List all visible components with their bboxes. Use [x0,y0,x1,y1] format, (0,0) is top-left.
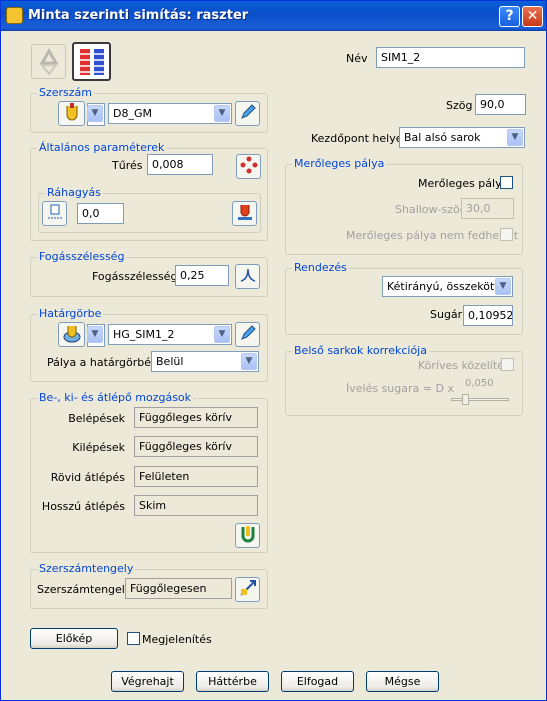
lead-out-value: Függőleges körív [134,436,258,457]
edit-tool-icon[interactable] [235,101,260,126]
ordering-group-title: Rendezés [292,261,349,274]
ordering-value: Kétirányú, összekötve [387,280,508,293]
arc-fit-label: Köríves közelítés [418,359,510,372]
background-button[interactable]: Háttérbe [196,671,269,692]
tolerance-input[interactable]: 0,008 [147,154,213,175]
arc-radius-slider[interactable] [462,394,469,405]
chevron-down-icon: ▼ [214,326,230,343]
path-on-boundary-value: Belül [156,355,184,368]
app-icon [6,7,23,24]
help-button[interactable]: ? [499,6,520,27]
recycle-icon[interactable] [31,44,66,79]
radius-input[interactable]: 0,10952 [463,305,513,326]
tool-type-dropdown[interactable]: ▼ [87,103,105,126]
boundary-type-icon[interactable] [58,322,85,347]
no-overlap-label: Merőleges pálya nem fedhet át [346,229,519,242]
chevron-down-icon: ▼ [87,105,103,122]
arc-radius-track [451,398,509,401]
boundary-group-title: Határgörbe [37,307,104,320]
angle-input[interactable]: 90,0 [475,94,526,115]
short-link-label: Rövid átlépés [50,471,125,484]
no-overlap-checkbox[interactable] [500,228,513,241]
stepover-icon[interactable] [235,264,260,289]
short-link-value: Felületen [134,466,258,487]
allowance-type-icon[interactable] [42,201,67,226]
leads-group-title: Be-, ki- és átlépő mozgások [37,391,194,404]
tool-group-title: Szerszám [37,86,95,99]
stepover-group-title: Fogásszélesség [37,250,127,263]
boundary-type-dropdown[interactable]: ▼ [87,324,105,347]
display-checkbox[interactable] [127,632,140,645]
perpendicular-group-title: Merőleges pálya [292,157,387,170]
general-group-title: Általános paraméterek [37,141,167,154]
boundary-select[interactable]: HG_SIM1_2 ▼ [108,324,232,345]
ordering-select[interactable]: Kétirányú, összekötve ▼ [382,276,513,297]
tolerance-label: Tűrés [112,159,143,172]
arc-radius-label: Ívelés sugara = D x [346,382,454,395]
tolerance-icon[interactable] [236,154,261,179]
angle-label: Szög [446,99,473,112]
edit-boundary-icon[interactable] [235,322,260,347]
perpendicular-checkbox[interactable] [500,176,513,189]
tool-axis-group-title: Szerszámtengely [37,562,136,575]
tool-axis-label: Szerszámtengely [37,583,132,596]
name-input[interactable]: SIM1_2 [376,47,525,68]
close-button[interactable]: ✕ [522,6,543,27]
arc-fit-checkbox[interactable] [501,358,514,371]
chevron-down-icon: ▼ [241,353,257,370]
lead-out-label: Kilépések [72,441,125,454]
tool-axis-value: Függőlegesen [125,578,232,599]
path-on-boundary-label: Pálya a határgörbén [47,356,158,369]
allowance-group: Ráhagyás [38,186,261,233]
chevron-down-icon: ▼ [507,129,523,146]
window-title: Minta szerinti simítás: raszter [28,8,249,23]
long-link-value: Skim [134,495,258,516]
name-label: Név [346,52,368,65]
execute-button[interactable]: Végrehajt [111,671,184,692]
shallow-angle-input[interactable]: 30,0 [461,198,514,219]
title-bar[interactable]: Minta szerinti simítás: raszter ? ✕ [1,1,546,31]
radius-label: Sugár [430,308,463,321]
display-label: Megjelenítés [142,633,212,646]
start-point-select[interactable]: Bal alsó sarok ▼ [399,127,525,148]
chevron-down-icon: ▼ [87,326,103,343]
tool-value: D8_GM [113,107,152,120]
perpendicular-label: Merőleges pálya [418,177,509,190]
shallow-angle-label: Shallow-szög [395,203,467,216]
corner-group-title: Belső sarkok korrekciója [292,344,429,357]
allowance-group-title: Ráhagyás [45,186,103,199]
dialog-window: Minta szerinti simítás: raszter ? ✕ Név … [0,0,547,701]
tool-select[interactable]: D8_GM ▼ [108,103,232,124]
allowance-input[interactable]: 0,0 [77,203,124,224]
arc-radius-value: 0,050 [465,378,494,389]
tool-type-icon[interactable] [58,101,85,126]
preview-button[interactable]: Előkép [30,628,118,649]
cancel-button[interactable]: Mégse [366,671,439,692]
tool-axis-icon[interactable] [235,577,260,602]
component-allowance-icon[interactable] [232,201,257,226]
path-on-boundary-select[interactable]: Belül ▼ [151,351,259,372]
start-point-label: Kezdőpont helye [311,132,403,145]
start-point-value: Bal alsó sarok [404,131,481,144]
accept-button[interactable]: Elfogad [281,671,354,692]
chevron-down-icon: ▼ [214,105,230,122]
leads-links-icon[interactable] [235,523,260,548]
boundary-value: HG_SIM1_2 [113,328,175,341]
long-link-label: Hosszú átlépés [41,500,125,513]
stepover-label: Fogásszélesség [92,270,178,283]
pattern-raster-icon[interactable] [72,42,111,81]
chevron-down-icon: ▼ [495,278,511,295]
lead-in-label: Belépések [68,412,125,425]
stepover-input[interactable]: 0,25 [175,265,229,286]
lead-in-value: Függőleges körív [134,407,258,428]
